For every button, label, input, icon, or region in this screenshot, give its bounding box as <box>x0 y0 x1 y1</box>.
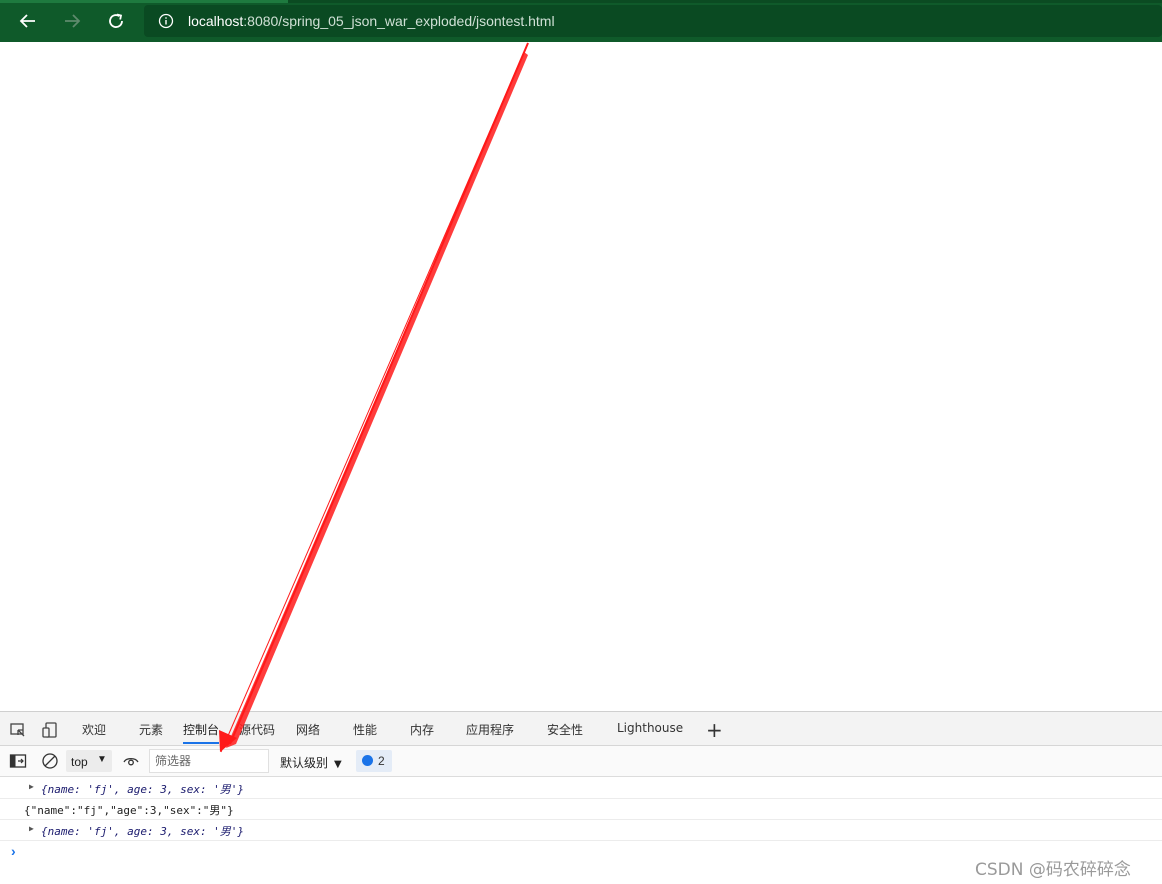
issues-badge[interactable]: 2 <box>356 750 392 772</box>
tab-lighthouse[interactable]: Lighthouse <box>617 721 683 735</box>
tab-console[interactable]: 控制台 <box>183 721 220 744</box>
caret-down-icon: ▼ <box>334 759 342 770</box>
issues-count: 2 <box>378 754 385 768</box>
tab-performance[interactable]: 性能 <box>353 721 377 738</box>
devtools-tabbar: 欢迎 元素 控制台 源代码 网络 性能 内存 应用程序 安全性 Lighthou… <box>0 712 1162 746</box>
watermark: CSDN @码农碎碎念 <box>975 860 1131 880</box>
console-filter-input[interactable] <box>149 749 269 773</box>
console-toolbar: top ▼ 默认级别 ▼ 2 <box>0 746 1162 777</box>
forward-button[interactable] <box>59 8 85 34</box>
message-icon <box>362 755 373 766</box>
arrow-right-icon <box>65 14 81 28</box>
reload-button[interactable] <box>103 8 129 34</box>
tab-memory[interactable]: 内存 <box>410 721 434 738</box>
tab-strip <box>0 0 1162 3</box>
console-line[interactable]: ▶ {name: 'fj', age: 3, sex: '男'} <box>0 819 1162 841</box>
live-expression-eye-icon[interactable] <box>122 752 140 770</box>
console-object[interactable]: {name: 'fj', age: 3, sex: '男'} <box>41 781 244 797</box>
sidebar-toggle-icon[interactable] <box>9 752 27 770</box>
caret-down-icon: ▼ <box>97 754 107 765</box>
context-selector[interactable]: top ▼ <box>66 750 112 772</box>
add-tab-plus-icon[interactable]: + <box>706 718 723 742</box>
tab-network[interactable]: 网络 <box>296 721 320 738</box>
device-emulation-icon[interactable] <box>41 721 59 739</box>
reload-icon <box>109 13 123 28</box>
active-tab-indicator <box>0 0 288 3</box>
log-level-dropdown[interactable]: 默认级别 ▼ <box>280 754 342 771</box>
url-host: localhost <box>188 13 244 29</box>
tab-application[interactable]: 应用程序 <box>466 721 514 738</box>
console-string: {"name":"fj","age":3,"sex":"男"} <box>24 804 234 817</box>
console-line: {"name":"fj","age":3,"sex":"男"} <box>0 798 1162 820</box>
console-line[interactable]: ▶ {name: 'fj', age: 3, sex: '男'} <box>0 777 1162 799</box>
tab-welcome[interactable]: 欢迎 <box>82 721 106 738</box>
console-object[interactable]: {name: 'fj', age: 3, sex: '男'} <box>41 823 244 839</box>
arrow-left-icon <box>19 14 35 28</box>
expand-triangle-icon[interactable]: ▶ <box>29 782 34 791</box>
log-level-label: 默认级别 <box>280 756 329 770</box>
expand-triangle-icon[interactable]: ▶ <box>29 824 34 833</box>
context-label: top <box>71 755 88 769</box>
console-prompt-chevron-icon[interactable]: › <box>11 843 16 859</box>
url-text[interactable]: localhost:8080/spring_05_json_war_explod… <box>188 13 555 29</box>
clear-console-icon[interactable] <box>41 752 59 770</box>
inspect-element-icon[interactable] <box>9 721 27 739</box>
url-path: :8080/spring_05_json_war_exploded/jsonte… <box>243 13 555 29</box>
back-button[interactable] <box>15 8 41 34</box>
info-icon[interactable] <box>158 13 174 29</box>
tab-sources[interactable]: 源代码 <box>239 721 275 738</box>
address-bar[interactable]: localhost:8080/spring_05_json_war_explod… <box>144 5 1162 37</box>
tab-elements[interactable]: 元素 <box>139 721 163 738</box>
tab-security[interactable]: 安全性 <box>547 721 583 738</box>
browser-toolbar: localhost:8080/spring_05_json_war_explod… <box>0 0 1162 42</box>
